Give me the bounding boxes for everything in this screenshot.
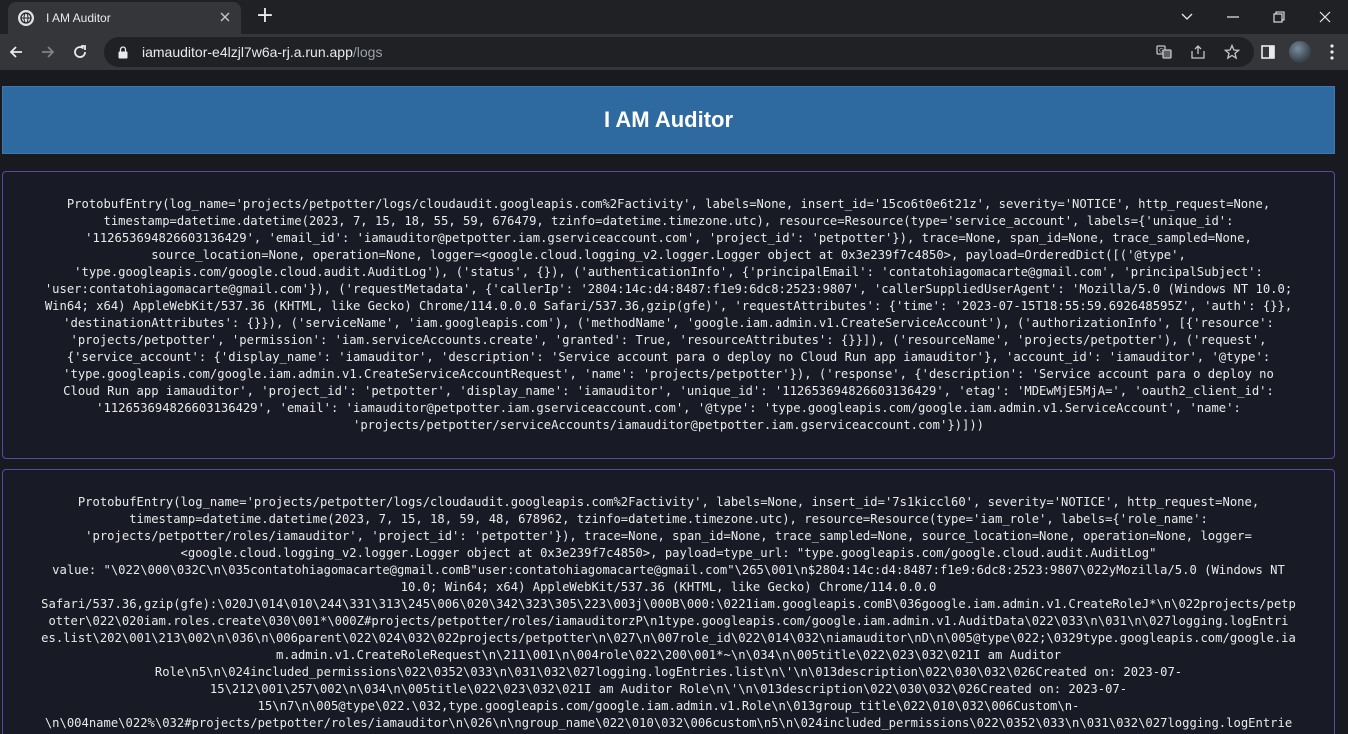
arrow-right-icon[interactable] — [32, 36, 64, 68]
side-panel-icon[interactable] — [1252, 36, 1284, 68]
url-path: /logs — [352, 44, 383, 60]
minimize-icon[interactable] — [1210, 0, 1256, 34]
svg-text:G: G — [1159, 48, 1164, 55]
url-host: iamauditor-e4lzjl7w6a-rj.a.run.app — [142, 44, 353, 60]
tab-title: I AM Auditor — [46, 11, 111, 25]
avatar — [1289, 41, 1311, 63]
profile-avatar[interactable] — [1284, 36, 1316, 68]
browser-tab[interactable]: I AM Auditor — [8, 2, 241, 34]
page-header: I AM Auditor — [2, 86, 1335, 154]
log-entry-text: ProtobufEntry(log_name='projects/petpott… — [44, 197, 1293, 432]
browser-toolbar: iamauditor-e4lzjl7w6a-rj.a.run.app/logs … — [0, 34, 1348, 70]
address-bar[interactable]: iamauditor-e4lzjl7w6a-rj.a.run.app/logs … — [104, 37, 1254, 67]
lock-icon[interactable] — [116, 45, 130, 59]
url-text: iamauditor-e4lzjl7w6a-rj.a.run.app/logs — [142, 44, 382, 60]
log-entry-card: ProtobufEntry(log_name='projects/petpott… — [2, 469, 1335, 734]
log-entry-card: ProtobufEntry(log_name='projects/petpott… — [2, 171, 1335, 459]
close-window-icon[interactable] — [1302, 0, 1348, 34]
chevron-down-icon[interactable] — [1164, 0, 1210, 34]
toolbar-right — [1252, 34, 1348, 70]
page-viewport[interactable]: I AM Auditor ProtobufEntry(log_name='pro… — [0, 70, 1348, 734]
tab-strip: I AM Auditor + — [0, 0, 1348, 34]
restore-icon[interactable] — [1256, 0, 1302, 34]
translate-icon[interactable]: G — [1150, 38, 1178, 66]
kebab-menu-icon[interactable] — [1316, 36, 1348, 68]
window-controls — [1164, 0, 1348, 34]
close-icon[interactable] — [217, 10, 233, 26]
new-tab-button[interactable]: + — [252, 4, 278, 30]
arrow-left-icon[interactable] — [0, 36, 32, 68]
log-entry-text: ProtobufEntry(log_name='projects/petpott… — [41, 495, 1296, 730]
share-icon[interactable] — [1184, 38, 1212, 66]
page-title: I AM Auditor — [603, 107, 734, 132]
globe-icon — [18, 10, 34, 26]
omnibox-actions: G — [1150, 37, 1246, 67]
star-icon[interactable] — [1218, 38, 1246, 66]
reload-icon[interactable] — [64, 36, 96, 68]
